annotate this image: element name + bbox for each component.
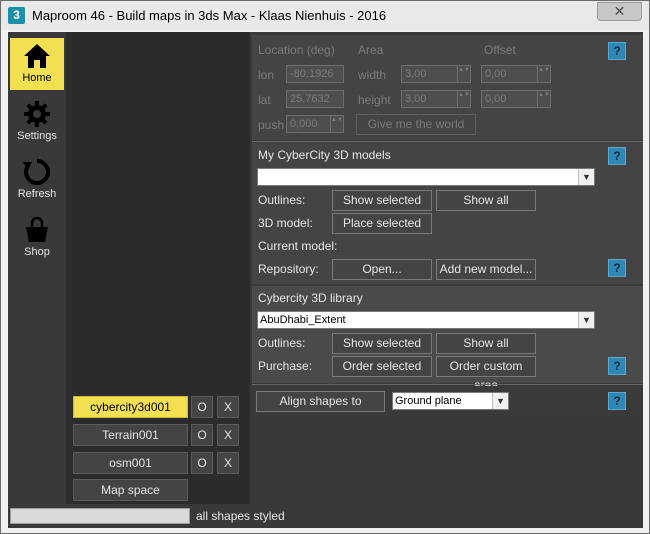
nav-shop-label: Shop xyxy=(24,246,50,258)
nav-shop[interactable]: Shop xyxy=(10,212,64,264)
status-text: all shapes styled xyxy=(196,509,285,523)
align-help-button[interactable]: ? xyxy=(608,392,626,410)
nav-home-label: Home xyxy=(22,72,52,84)
align-shapes-button[interactable]: Align shapes to xyxy=(256,391,385,412)
height-label: height xyxy=(358,93,391,107)
location-help-button[interactable]: ? xyxy=(608,42,626,60)
library-header: Cybercity 3D library xyxy=(258,291,363,305)
nav-home[interactable]: Home xyxy=(10,38,64,90)
add-new-model-button[interactable]: Add new model... xyxy=(436,259,536,280)
close-button[interactable]: ✕ xyxy=(597,2,642,21)
offset-y-value: 0,00 xyxy=(485,93,507,105)
map-space-button[interactable]: Map space xyxy=(73,479,188,501)
show-all-button[interactable]: Show all xyxy=(436,190,536,211)
library-show-all-button[interactable]: Show all xyxy=(436,333,536,354)
push-label: push xyxy=(258,118,285,132)
offset-header: Offset xyxy=(484,43,516,57)
height-value: 3,00 xyxy=(405,93,427,105)
spinner-arrows-icon[interactable]: ▲▼ xyxy=(330,116,343,132)
app-icon: 3 xyxy=(8,7,25,24)
progress-bar xyxy=(10,508,190,524)
push-spinner[interactable]: 0,000 ▲▼ xyxy=(286,115,344,133)
area-header: Area xyxy=(358,43,384,57)
offset-y-spinner[interactable]: 0,00 ▲▼ xyxy=(481,90,551,108)
align-section: Align shapes to Ground plane ▼ ? xyxy=(252,386,643,416)
library-selected: AbuDhabi_Extent xyxy=(260,314,346,326)
library-section: Cybercity 3D library AbuDhabi_Extent ▼ O… xyxy=(252,286,643,392)
object-terrain001[interactable]: Terrain001 xyxy=(73,424,188,446)
my-models-header: My CyberCity 3D models xyxy=(258,148,391,162)
library-dropdown[interactable]: AbuDhabi_Extent ▼ xyxy=(257,311,595,329)
spinner-arrows-icon[interactable]: ▲▼ xyxy=(537,66,550,82)
height-spinner[interactable]: 3,00 ▲▼ xyxy=(401,90,471,108)
spinner-arrows-icon[interactable]: ▲▼ xyxy=(457,66,470,82)
width-value: 3,00 xyxy=(405,68,427,80)
home-icon xyxy=(24,44,50,68)
location-header: Location (deg) xyxy=(258,43,335,57)
location-section: Location (deg) Area Offset ? lon -80.192… xyxy=(252,35,643,140)
repository-help-button[interactable]: ? xyxy=(608,259,626,277)
library-show-selected-button[interactable]: Show selected xyxy=(332,333,432,354)
object-select-button[interactable]: O xyxy=(191,396,213,418)
window-title: Maproom 46 - Build maps in 3ds Max - Kla… xyxy=(32,8,387,23)
show-selected-button[interactable]: Show selected xyxy=(332,190,432,211)
nav-refresh-label: Refresh xyxy=(17,188,57,200)
gear-icon xyxy=(24,101,50,127)
library-outlines-label: Outlines: xyxy=(258,336,306,350)
current-model-label: Current model: xyxy=(258,239,338,253)
place-selected-button[interactable]: Place selected xyxy=(332,213,432,234)
object-cybercity3d001[interactable]: cybercity3d001 xyxy=(73,396,188,418)
object-delete-button[interactable]: X xyxy=(217,424,239,446)
offset-x-spinner[interactable]: 0,00 ▲▼ xyxy=(481,65,551,83)
order-selected-button[interactable]: Order selected xyxy=(332,356,432,377)
object-select-button[interactable]: O xyxy=(191,424,213,446)
object-panel: cybercity3d001 O X Terrain001 O X osm001… xyxy=(66,32,250,504)
my-models-section: My CyberCity 3D models ? ▼ Outlines: Sho… xyxy=(252,142,643,284)
3d-model-label: 3D model: xyxy=(258,216,313,230)
chevron-down-icon[interactable]: ▼ xyxy=(492,393,508,409)
width-label: width xyxy=(358,68,387,82)
nav-settings-label: Settings xyxy=(17,130,57,142)
client-area: Home Settings Refresh Shop cybercity3d00… xyxy=(8,32,643,528)
open-repository-button[interactable]: Open... xyxy=(332,259,432,280)
lat-field[interactable]: 25.7632 xyxy=(286,90,344,108)
object-delete-button[interactable]: X xyxy=(217,452,239,474)
sidebar-nav: Home Settings Refresh Shop xyxy=(8,32,66,272)
object-delete-button[interactable]: X xyxy=(217,396,239,418)
lon-label: lon xyxy=(258,68,275,82)
library-help-button[interactable]: ? xyxy=(608,357,626,375)
my-models-dropdown[interactable]: ▼ xyxy=(257,168,595,186)
align-target-dropdown[interactable]: Ground plane ▼ xyxy=(392,392,509,410)
section-divider xyxy=(252,384,643,385)
app-window: 3 Maproom 46 - Build maps in 3ds Max - K… xyxy=(0,0,650,534)
nav-settings[interactable]: Settings xyxy=(10,96,64,148)
refresh-icon xyxy=(23,159,50,185)
width-spinner[interactable]: 3,00 ▲▼ xyxy=(401,65,471,83)
offset-x-value: 0,00 xyxy=(485,68,507,80)
lat-label: lat xyxy=(258,93,271,107)
nav-refresh[interactable]: Refresh xyxy=(10,154,64,206)
progress-fill xyxy=(11,509,189,523)
align-target-selected: Ground plane xyxy=(395,395,462,407)
repository-label: Repository: xyxy=(258,262,319,276)
push-value: 0,000 xyxy=(290,118,318,130)
spinner-arrows-icon[interactable]: ▲▼ xyxy=(537,91,550,107)
purchase-label: Purchase: xyxy=(258,359,313,373)
chevron-down-icon[interactable]: ▼ xyxy=(578,312,594,328)
title-bar[interactable]: 3 Maproom 46 - Build maps in 3ds Max - K… xyxy=(1,1,649,30)
spinner-arrows-icon[interactable]: ▲▼ xyxy=(457,91,470,107)
lon-field[interactable]: -80.1926 xyxy=(286,65,344,83)
object-select-button[interactable]: O xyxy=(191,452,213,474)
chevron-down-icon[interactable]: ▼ xyxy=(578,169,594,185)
give-me-the-world-button[interactable]: Give me the world xyxy=(356,114,476,135)
models-help-button[interactable]: ? xyxy=(608,147,626,165)
shopping-bag-icon xyxy=(26,216,48,242)
order-custom-area-button[interactable]: Order custom area xyxy=(436,356,536,392)
object-osm001[interactable]: osm001 xyxy=(73,452,188,474)
outlines-label: Outlines: xyxy=(258,193,306,207)
